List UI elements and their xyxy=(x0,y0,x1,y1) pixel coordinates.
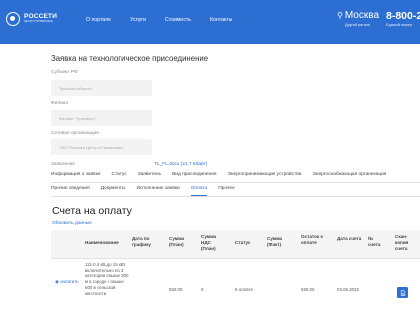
col-scheduled-date: Дата по графику xyxy=(132,236,151,248)
pay-indicator-icon: ◉ xyxy=(55,279,59,284)
tab-connection-type[interactable]: Вид присоединения xyxy=(172,172,216,177)
tab-application-info[interactable]: Информация о заявке xyxy=(51,172,101,177)
region-name: Москва xyxy=(344,10,379,21)
field-label-grid-org: Сетевая организация xyxy=(51,131,99,136)
cell-invoice-date: 03.06.2022 xyxy=(337,287,359,292)
grid-org-field: ПАО "Россети Центр и Приволжье" xyxy=(51,139,152,155)
col-invoice-date: Дата счета xyxy=(337,236,362,241)
pay-action-label: оплатить xyxy=(60,279,79,284)
cell-status: К оплате xyxy=(235,287,253,292)
company-logo[interactable]: РОССЕТИ ЦЕНТР И ПРИВОЛЖЬЕ xyxy=(6,12,70,26)
tab-applicant[interactable]: Заявитель xyxy=(138,172,161,177)
refresh-data-link[interactable]: Обновить данные xyxy=(52,221,92,226)
invoices-title: Счета на оплату xyxy=(52,205,132,217)
cell-vat-plan: 0 xyxy=(201,287,204,292)
table-header: Наименование Дата по графику Сумма (План… xyxy=(51,230,420,258)
col-sum-plan: Сумма (План) xyxy=(169,236,185,248)
location-pin-icon: ⚲ xyxy=(337,11,343,20)
pay-link[interactable]: ◉ оплатить xyxy=(55,279,79,285)
col-invoice-number: № счета xyxy=(368,236,381,248)
cell-name: 111-0.4 кВ.до 15 кВт включительно по 3 к… xyxy=(85,262,129,296)
invoices-table: Наименование Дата по графику Сумма (План… xyxy=(51,230,420,315)
nav-item-about[interactable]: О портале xyxy=(86,17,111,23)
tabs-divider xyxy=(51,196,420,197)
tab-other[interactable]: Прочее xyxy=(218,186,235,196)
statement-label: Заявление xyxy=(51,162,76,167)
col-remaining: Остаток к оплате xyxy=(301,234,323,246)
site-header: РОССЕТИ ЦЕНТР И ПРИВОЛЖЬЕ О портале Услу… xyxy=(0,0,420,44)
field-label-region: Субъект РФ xyxy=(51,70,78,75)
tab-execution[interactable]: Исполнение заявки xyxy=(136,186,179,196)
region-field-value: Тульская область xyxy=(59,86,92,91)
table-row: ◉ оплатить 111-0.4 кВ.до 15 кВт включите… xyxy=(51,258,420,315)
tabs-row-1: Информация о заявке Статус Заявитель Вид… xyxy=(51,172,397,177)
tab-documents[interactable]: Документы xyxy=(101,186,126,196)
tab-other-info[interactable]: Прочие сведения xyxy=(51,186,90,196)
col-name: Наименование xyxy=(85,240,119,245)
field-label-branch: Филиал xyxy=(51,101,69,106)
tabs-row-2: Прочие сведения Документы Исполнение зая… xyxy=(51,186,246,196)
tab-status[interactable]: Статус xyxy=(112,172,127,177)
col-status: Статус xyxy=(235,240,251,245)
nav-item-pricing[interactable]: Стоимость xyxy=(165,17,191,23)
col-scan: Скан-копия счета xyxy=(395,234,409,252)
grid-org-field-value: ПАО "Россети Центр и Приволжье" xyxy=(59,145,125,150)
nav-item-services[interactable]: Услуги xyxy=(130,17,146,23)
tabs-divider xyxy=(51,182,420,183)
hotline-caption: Единый номер xyxy=(386,23,412,27)
tab-payment[interactable]: Оплата xyxy=(190,186,208,196)
tab-supply-org[interactable]: Энергоснабжающая организация xyxy=(312,172,386,177)
document-icon xyxy=(400,289,405,296)
main-nav: О портале Услуги Стоимость Контакты xyxy=(86,17,251,23)
statement-file-link[interactable]: TL_FL.docx (21.7 Кбайт) xyxy=(154,162,208,167)
page-title: Заявка на технологическое присоединение xyxy=(51,54,209,63)
other-region-link[interactable]: Другой регион xyxy=(345,23,370,27)
logo-icon xyxy=(6,12,20,26)
cell-remaining: 550.00 xyxy=(301,287,315,292)
cell-sum-plan: 550.00 xyxy=(169,287,183,292)
col-vat-plan: Сумма НДС (План) xyxy=(201,234,217,252)
branch-field: Филиал "Тулэнерго" xyxy=(51,110,152,126)
logo-subtitle: ЦЕНТР И ПРИВОЛЖЬЕ xyxy=(24,20,53,24)
nav-item-contacts[interactable]: Контакты xyxy=(210,17,232,23)
branch-field-value: Филиал "Тулэнерго" xyxy=(59,116,97,121)
region-field: Тульская область xyxy=(51,80,152,96)
download-scan-button[interactable] xyxy=(397,287,408,298)
tab-power-devices[interactable]: Энергопринимающие устройства xyxy=(227,172,301,177)
region-selector[interactable]: ⚲ Москва xyxy=(337,10,379,21)
col-sum-fact: Сумма (Факт) xyxy=(267,236,283,248)
hotline-phone[interactable]: 8-800-22 xyxy=(386,10,420,22)
